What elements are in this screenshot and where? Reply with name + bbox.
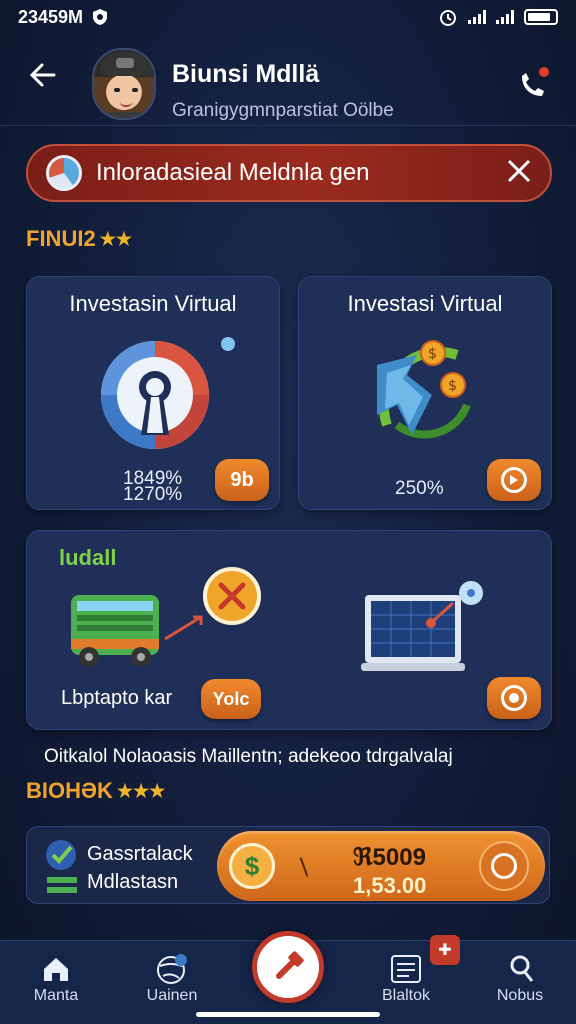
alert-text: Inloradasieal Meldnla gen [96, 159, 370, 186]
tools-badge-icon [203, 567, 261, 625]
status-time: 23459M [18, 6, 84, 27]
status-bar: 23459M [0, 0, 576, 34]
alarm-icon [440, 10, 456, 26]
monitor-chart-icon [361, 581, 483, 671]
card-pct-1b: 1270% [123, 484, 183, 505]
investment-card-2[interactable]: Investasi Virtual $ $ 250% [298, 276, 552, 510]
phone-icon[interactable] [512, 64, 552, 104]
tab-globe[interactable]: Uainen [132, 951, 212, 1005]
tab-list[interactable]: Blaltok [366, 951, 446, 1005]
camera-icon [501, 685, 527, 711]
app-header: Biunsi Mdllä Granigygmnparstiat Oölbe [0, 40, 576, 126]
signal-icon [468, 10, 486, 24]
divider-mark [299, 857, 309, 877]
balance-label-1: Gassrtalack [87, 843, 193, 865]
tab-label: Blaltok [381, 987, 431, 1004]
camera-button[interactable] [487, 677, 541, 719]
card-title: Investasi Virtual [347, 291, 503, 316]
feature-action-button[interactable]: Yolc [201, 679, 261, 719]
balance-label-2: Mdlastasn [87, 871, 179, 893]
section-heading-1: FINUI2 ★★ [26, 226, 132, 252]
list-icon [366, 951, 446, 987]
balance-pill[interactable]: $ ℜ5009 1,53.00 [217, 831, 545, 901]
section-heading-2: BIOHƏK ★★★ [26, 778, 165, 804]
close-icon[interactable] [506, 156, 532, 190]
alert-banner[interactable]: Inloradasieal Meldnla gen [26, 144, 552, 202]
balance-card[interactable]: Gassrtalack Mdlastasn $ ℜ5009 1,53.00 [26, 826, 550, 904]
chart-donut-icon [46, 155, 82, 191]
dot-icon [221, 337, 235, 351]
growth-arrow-icon: $ $ [377, 340, 471, 439]
hammer-icon [276, 951, 304, 979]
section-title-1: FINUI2 [26, 226, 96, 251]
feature-card[interactable]: ludall Lbptapto kar Yolc [26, 530, 552, 730]
profile-name: Biunsi Mdllä [172, 60, 320, 88]
stars-icon: ★★ [99, 228, 132, 249]
tab-home[interactable]: Manta [16, 951, 96, 1005]
feature-card-title: ludall [59, 545, 117, 570]
battery-icon [524, 9, 558, 25]
svg-text:$: $ [428, 346, 437, 362]
refresh-icon [491, 853, 517, 879]
shield-icon [93, 9, 108, 25]
balance-amount: ℜ5009 [353, 844, 426, 871]
signal-icon-2 [496, 10, 514, 24]
globe-icon [132, 951, 212, 987]
tab-label: Nobus [496, 987, 544, 1004]
tab-label: Uainen [146, 987, 198, 1004]
section-title-2: BIOHƏK [26, 778, 113, 803]
arrow-icon [164, 615, 203, 641]
card-pct-2: 250% [395, 478, 444, 499]
play-icon [501, 467, 527, 493]
home-icon [16, 951, 96, 987]
caption-text: Oitkalol Nolaoasis Maillentn; adekeoo td… [44, 746, 453, 767]
check-chart-icon [46, 840, 77, 893]
home-indicator [196, 1012, 380, 1017]
tab-profile[interactable]: Nobus [480, 951, 560, 1005]
center-action-button[interactable] [252, 931, 324, 1003]
refresh-button[interactable] [479, 841, 529, 891]
card-title: Investasin Virtual [69, 291, 237, 316]
dollar-coin-icon: $ [229, 843, 275, 889]
avatar[interactable] [92, 48, 156, 120]
back-arrow-icon[interactable] [26, 60, 56, 96]
feature-label: Lbptapto kar [61, 687, 173, 709]
svg-text:$: $ [448, 378, 457, 394]
investment-card-1[interactable]: Investasin Virtual 1849% 1270% 9b [26, 276, 280, 510]
user-icon [480, 951, 560, 987]
play-button[interactable] [487, 459, 541, 501]
balance-amount-secondary: 1,53.00 [353, 873, 427, 898]
bus-icon [71, 595, 159, 667]
stars-icon: ★★★ [116, 780, 166, 801]
tab-label: Manta [33, 987, 79, 1004]
card-action-button[interactable]: 9b [215, 459, 269, 501]
keyhole-chart-icon [101, 341, 209, 449]
profile-subtitle: Granigygmnparstiat Oölbe [172, 100, 394, 121]
